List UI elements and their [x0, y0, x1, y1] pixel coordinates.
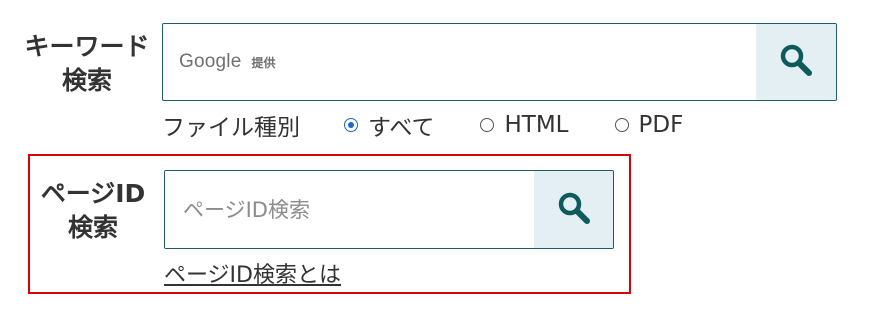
file-type-option-label: すべて	[368, 115, 435, 141]
page-id-search-input[interactable]	[165, 171, 534, 248]
page-id-search-label-line1: ページID	[40, 179, 146, 208]
page-id-search-button[interactable]	[534, 171, 613, 248]
file-type-option-all[interactable]: すべて	[344, 108, 434, 142]
search-icon	[556, 190, 592, 230]
page-id-search-label: ページID 検索	[26, 177, 160, 245]
radio-button[interactable]	[614, 118, 629, 132]
keyword-search-box: Google 提供	[162, 23, 837, 101]
keyword-search-label: キーワード 検索	[20, 30, 154, 98]
page-id-help-link[interactable]: ページID検索とは	[164, 257, 341, 289]
file-type-option-pdf[interactable]: PDF	[614, 112, 684, 138]
file-type-filter: ファイル種別 すべて HTML PDF	[162, 109, 729, 141]
page-id-search-label-line2: 検索	[67, 213, 118, 242]
file-type-label: ファイル種別	[162, 115, 300, 141]
google-brand-text: Google	[179, 51, 242, 72]
page-id-search-box	[164, 170, 614, 249]
search-icon	[778, 42, 814, 82]
google-provided-text: 提供	[251, 55, 276, 70]
keyword-search-label-line1: キーワード	[24, 32, 150, 61]
file-type-option-label: PDF	[638, 112, 684, 138]
keyword-search-input[interactable]: Google 提供	[163, 24, 756, 100]
file-type-option-label: HTML	[504, 112, 569, 138]
keyword-search-label-line2: 検索	[61, 66, 112, 95]
radio-button[interactable]	[480, 118, 495, 132]
keyword-search-button[interactable]	[756, 24, 836, 100]
file-type-option-html[interactable]: HTML	[480, 112, 569, 138]
radio-button-checked[interactable]	[344, 118, 358, 132]
